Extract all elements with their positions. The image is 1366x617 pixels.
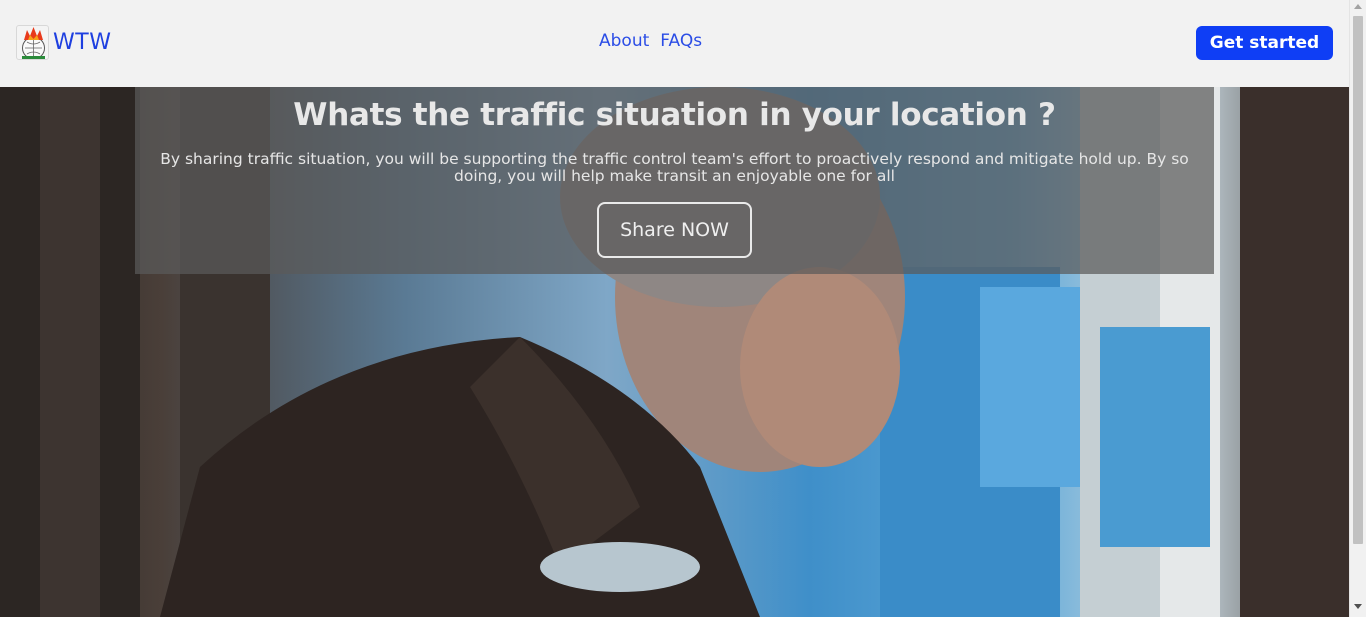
- brand-name: WTW: [53, 30, 112, 55]
- main-nav: About FAQs: [599, 31, 702, 51]
- scroll-down-arrow-icon[interactable]: [1354, 604, 1362, 609]
- nav-link-about[interactable]: About: [599, 31, 649, 51]
- hero-section: Whats the traffic situation in your loca…: [0, 87, 1349, 617]
- scroll-up-arrow-icon[interactable]: [1354, 4, 1362, 9]
- flame-globe-logo-icon: [16, 25, 49, 60]
- page-scrollbar[interactable]: [1349, 0, 1366, 617]
- page: WTW About FAQs Get started Whats the tra…: [0, 0, 1366, 617]
- navbar: WTW About FAQs Get started: [0, 0, 1349, 87]
- get-started-button[interactable]: Get started: [1196, 26, 1333, 60]
- hero-overlay: Whats the traffic situation in your loca…: [135, 87, 1214, 274]
- nav-link-faqs[interactable]: FAQs: [660, 31, 702, 51]
- hero-description: By sharing traffic situation, you will b…: [160, 150, 1189, 185]
- share-now-button[interactable]: Share NOW: [597, 202, 752, 258]
- hero-title: Whats the traffic situation in your loca…: [293, 97, 1056, 133]
- scroll-thumb[interactable]: [1353, 16, 1363, 544]
- brand[interactable]: WTW: [16, 25, 111, 60]
